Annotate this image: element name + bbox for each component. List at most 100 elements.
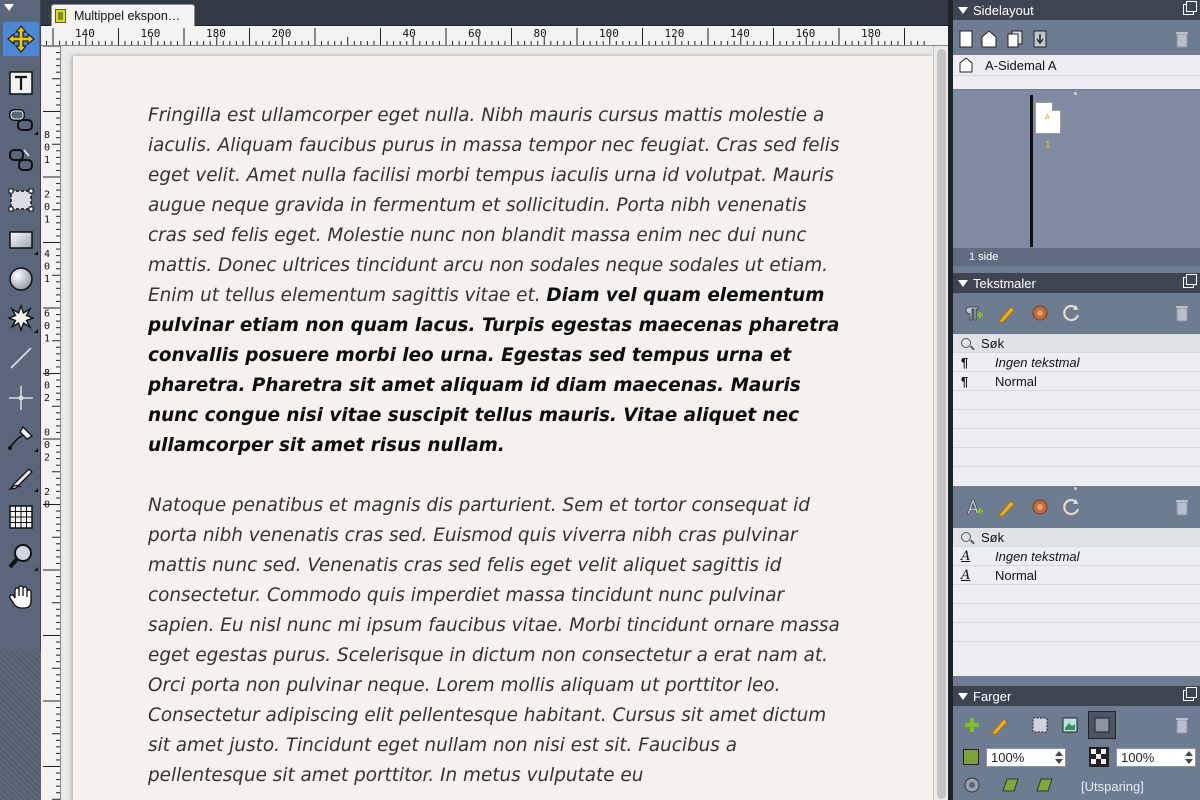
panel-options-icon[interactable] (1183, 687, 1197, 701)
empty-row (953, 604, 1200, 623)
text-frame-icon (9, 71, 33, 95)
character-style-item[interactable]: A Ingen tekstmal (953, 547, 1200, 566)
edit-character-style-button[interactable] (996, 496, 1018, 518)
paragraph-styles-search[interactable]: Søk (953, 334, 1200, 353)
character-style-item[interactable]: A Normal (953, 566, 1200, 585)
collapse-triangle-icon[interactable] (958, 279, 968, 287)
collapse-triangle-icon[interactable] (958, 692, 968, 700)
ellipse-tool[interactable] (3, 262, 39, 296)
ruler-label: 1 (44, 334, 50, 345)
orthogonal-line-tool[interactable] (3, 381, 39, 415)
text-styles-panel-header[interactable]: Tekstmaler (953, 273, 1200, 293)
polygon-tool[interactable] (3, 301, 39, 335)
text-frame[interactable]: Fringilla est ullamcorper eget nulla. Ni… (148, 101, 848, 800)
ruler-label: 2 (44, 487, 50, 498)
fill-image-color-button[interactable] (1059, 714, 1081, 736)
ruler-label: 2 (44, 393, 50, 404)
fill-shape-icon[interactable] (999, 777, 1019, 793)
new-color-button[interactable] (961, 714, 983, 736)
page-layout-panel-header[interactable]: Sidelayout (953, 0, 1200, 20)
stroke-color-button[interactable] (1029, 714, 1051, 736)
table-tool[interactable] (3, 500, 39, 534)
add-character-style-icon (966, 499, 983, 515)
empty-row (953, 391, 1200, 410)
image-frame-tool[interactable] (3, 183, 39, 217)
zoom-tool[interactable] (3, 539, 39, 573)
delete-paragraph-style-button[interactable] (1171, 302, 1193, 324)
select-tool[interactable] (3, 22, 39, 56)
refresh-paragraph-style-button[interactable] (1061, 302, 1083, 324)
unlink-chain-icon (9, 149, 33, 171)
stroke-opacity-field[interactable]: 100% (1116, 748, 1196, 767)
bezier-pen-tool[interactable] (3, 420, 39, 454)
page-layout-panel-title: Sidelayout (973, 2, 1034, 18)
panel-options-icon[interactable] (1183, 1, 1197, 15)
colors-panel-header[interactable]: Farger (953, 686, 1200, 706)
pages-area[interactable]: A 1 (953, 90, 1200, 248)
character-styles-search[interactable]: Søk (953, 528, 1200, 547)
vertical-scrollbar[interactable] (933, 46, 948, 800)
toolbox-collapse-icon[interactable] (4, 4, 14, 11)
line-icon (10, 347, 32, 369)
new-paragraph-style-button[interactable] (963, 302, 985, 324)
paragraph-style-item[interactable]: ¶ Normal (953, 372, 1200, 391)
document-canvas[interactable]: Fringilla est ullamcorper eget nulla. Ni… (61, 46, 933, 800)
fill-swatch-icon[interactable] (963, 749, 979, 765)
duplicate-pages-icon (1007, 30, 1023, 48)
link-chain-icon (9, 109, 33, 131)
refresh-icon (1063, 304, 1080, 322)
search-icon (961, 338, 971, 348)
vertical-ruler-graphic: 80120140160180200220 (43, 46, 60, 800)
character-styles-list: Søk A Ingen tekstmal A Normal (953, 528, 1200, 676)
paragraph-2: Natoque penatibus et magnis dis parturie… (148, 491, 848, 791)
empty-row (953, 585, 1200, 604)
new-master-button[interactable] (978, 28, 1000, 50)
new-character-style-button[interactable] (963, 496, 985, 518)
apply-paragraph-style-button[interactable] (1029, 302, 1051, 324)
toolbox-texture (0, 650, 41, 800)
text-frame-tool[interactable] (3, 66, 39, 100)
apply-character-style-button[interactable] (1029, 496, 1051, 518)
text-styles-panel-title: Tekstmaler (973, 275, 1036, 291)
line-tool[interactable] (3, 341, 39, 375)
ruler-label: 0 (44, 440, 50, 451)
delete-color-button[interactable] (1171, 714, 1193, 736)
stroke-shape-icon[interactable] (1033, 777, 1053, 793)
duplicate-page-button[interactable] (1004, 28, 1026, 50)
splitter-handle-icon[interactable] (1074, 92, 1077, 95)
master-item-a[interactable]: A-Sidemal A (953, 55, 1200, 76)
refresh-character-style-button[interactable] (1061, 496, 1083, 518)
edit-color-button[interactable] (989, 714, 1011, 736)
page-thumbnail[interactable]: A (1035, 102, 1061, 134)
paragraph-style-item[interactable]: ¶ Ingen tekstmal (953, 353, 1200, 372)
ruler-label: 60 (468, 27, 481, 40)
ruler-label: 160 (796, 27, 816, 40)
scrollbar-thumb[interactable] (937, 49, 946, 799)
freehand-tool[interactable] (3, 460, 39, 494)
fill-color-button[interactable] (1088, 711, 1116, 739)
delete-page-button[interactable] (1171, 28, 1193, 50)
vertical-ruler[interactable]: 80120140160180200220 (41, 46, 61, 800)
delete-character-style-button[interactable] (1171, 496, 1193, 518)
add-paragraph-style-icon (965, 306, 983, 321)
page[interactable]: Fringilla est ullamcorper eget nulla. Ni… (73, 56, 933, 800)
collapse-triangle-icon[interactable] (958, 6, 968, 14)
link-frames-tool[interactable] (3, 103, 39, 137)
submenu-indicator (34, 131, 38, 135)
edit-paragraph-style-button[interactable] (996, 302, 1018, 324)
stepper-icon[interactable] (1055, 751, 1063, 764)
panel-options-icon[interactable] (1183, 274, 1197, 288)
transparency-checker-icon[interactable] (1089, 747, 1109, 767)
horizontal-ruler[interactable]: 140 160 180 200 40 60 80 100 120 140 160 180 (41, 26, 948, 46)
gradient-radial-icon[interactable] (963, 776, 981, 794)
new-page-button[interactable] (955, 28, 977, 50)
import-page-button[interactable] (1029, 28, 1051, 50)
unlink-frames-tool[interactable] (3, 143, 39, 177)
hand-tool[interactable] (3, 580, 39, 614)
stepper-icon[interactable] (1185, 751, 1193, 764)
paragraph-1-italic-text: Fringilla est ullamcorper eget nulla. Ni… (148, 105, 840, 306)
fill-opacity-field[interactable]: 100% (986, 748, 1066, 767)
empty-row (953, 429, 1200, 448)
rectangle-tool[interactable] (3, 223, 39, 257)
document-tab[interactable]: Multippel ekspon… (51, 4, 195, 26)
